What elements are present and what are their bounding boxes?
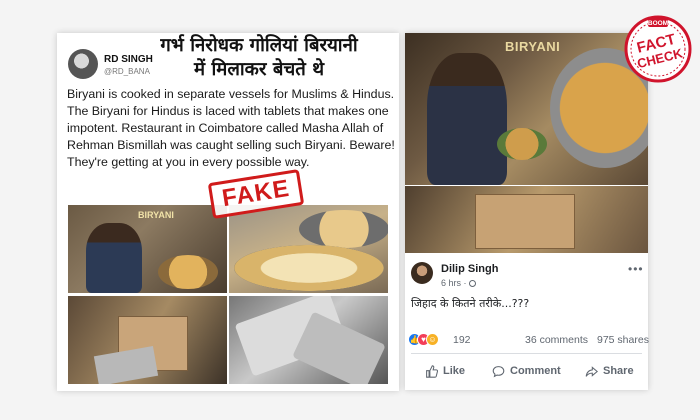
fb-comment-label: Comment [510,365,561,377]
boom-fact-check-seal: BOOM FACT CHECK [624,15,692,83]
more-options-icon[interactable]: ••• [628,262,644,276]
leaf-plate [497,128,547,160]
fb-photo-man-serving-biryani[interactable]: BIRYANI [405,33,648,185]
biryani-pot [158,255,218,289]
fact-check-composite: RD SINGH @RD_BANA गर्भ निरोधक गोलियां बि… [0,0,700,420]
seal-boom-text: BOOM [648,20,668,27]
pot-top [299,210,388,248]
fb-comment-button[interactable]: Comment [492,362,561,380]
tweet-image-tablet-strips[interactable] [229,296,388,384]
tweet-author-avatar[interactable] [68,49,98,79]
tweet-image-man-with-biryani[interactable]: BIRYANI [68,205,227,293]
headline-line-1: गर्भ निरोधक गोलियां बिरयानी [160,35,358,56]
tweet-author-name[interactable]: RD SINGH [104,54,153,65]
haha-reaction-icon: ☺ [426,333,439,346]
fb-share-button[interactable]: Share [585,362,634,380]
globe-icon [468,280,476,287]
share-arrow-icon [585,365,598,377]
man-figure [86,223,142,293]
fb-divider [411,353,642,354]
fb-comment-count[interactable]: 36 comments [525,334,588,346]
fb-post-time: 6 hrs · [441,278,476,288]
comment-bubble-icon [492,365,505,377]
headline-line-2: में मिलाकर बेचते थे [193,59,325,80]
tweet-body-text: Biryani is cooked in separate vessels fo… [67,87,395,169]
fb-like-button[interactable]: Like [425,362,465,380]
tablet-strips [93,346,159,384]
fb-share-label: Share [603,365,634,377]
man-figure [427,53,507,185]
fb-reaction-count[interactable]: 192 [453,334,471,346]
hindi-headline: गर्भ निरोधक गोलियां बिरयानी में मिलाकर ब… [148,34,370,82]
cardboard-box [475,194,575,249]
fb-author-name[interactable]: Dilip Singh [441,263,498,275]
fb-photo-boxes[interactable] [405,186,648,253]
tweet-image-pots[interactable] [229,205,388,293]
tile-biryani-label: BIRYANI [138,210,174,220]
fb-post-text: जिहाद के कितने तरीके...??? [411,297,530,310]
tweet-author-handle[interactable]: @RD_BANA [104,67,150,76]
fb-photo-label: BIRYANI [505,39,561,54]
fb-author-avatar[interactable] [411,262,433,284]
pot-with-tablets [234,245,384,291]
fb-like-label: Like [443,365,466,377]
tweet-image-boxes[interactable] [68,296,227,384]
fb-time-text[interactable]: 6 hrs [441,278,461,288]
thumbs-up-icon [426,364,438,378]
fb-share-count[interactable]: 975 shares [597,334,649,346]
